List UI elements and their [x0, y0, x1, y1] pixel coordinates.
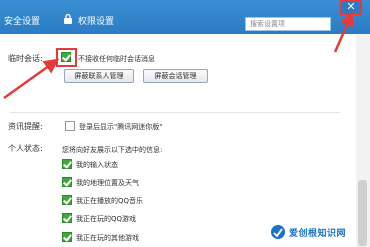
status-checkbox-othergame[interactable]	[62, 232, 72, 242]
watermark: 爱创根知识网	[270, 222, 368, 242]
highlight-box-close	[340, 0, 362, 15]
divider	[10, 112, 340, 113]
lock-icon	[64, 13, 72, 24]
title-bar: 安全设置 权限设置 搜索设置项 ✕	[0, 0, 370, 34]
status-checkbox-location[interactable]	[62, 177, 72, 187]
personal-status-intro: 您将向好友展示以下选中的信息:	[62, 146, 163, 154]
news-reminder-label: 资讯提醒:	[8, 122, 43, 131]
temp-session-checkbox-label: 不接收任何临时会话消息	[78, 55, 155, 63]
status-checkbox-music[interactable]	[62, 195, 72, 205]
tab-security-settings[interactable]: 安全设置	[4, 14, 40, 27]
news-reminder-checkbox-label: 登录后显示"腾讯网迷你版"	[79, 123, 163, 131]
watermark-logo-icon	[271, 225, 285, 239]
status-checkbox-qqgame[interactable]	[62, 213, 72, 223]
status-item-label: 我正在播放的QQ音乐	[76, 197, 144, 205]
tab-permission-settings[interactable]: 权限设置	[78, 14, 114, 27]
search-input[interactable]: 搜索设置项	[245, 17, 331, 31]
status-item-label: 我的输入状态	[76, 161, 118, 169]
temp-session-label: 临时会话:	[8, 54, 43, 63]
status-item-label: 我的地理位置及天气	[76, 179, 139, 187]
watermark-text: 爱创根知识网	[289, 228, 347, 239]
blocked-sessions-button[interactable]: 屏蔽会话管理	[143, 69, 208, 83]
personal-status-label: 个人状态:	[8, 144, 43, 153]
status-item-label: 我正在玩的其他游戏	[76, 234, 139, 242]
status-checkbox-input[interactable]	[62, 159, 72, 169]
highlight-box-checkbox	[56, 48, 77, 67]
blocked-contacts-button[interactable]: 屏蔽联系人管理	[64, 69, 134, 83]
news-reminder-checkbox[interactable]	[65, 121, 75, 131]
status-item-label: 我正在玩的QQ游戏	[76, 215, 137, 223]
